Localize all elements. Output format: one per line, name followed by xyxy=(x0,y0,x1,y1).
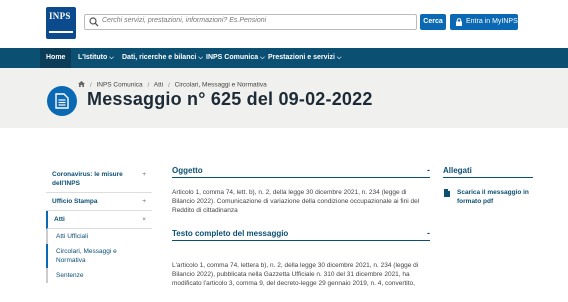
collapse-icon[interactable]: × xyxy=(142,215,146,224)
nav-label: INPS Comunica xyxy=(206,54,259,61)
document-icon xyxy=(55,93,69,109)
nav-item-home[interactable]: Home xyxy=(40,48,72,68)
search-button[interactable]: Cerca xyxy=(420,14,446,30)
home-icon[interactable] xyxy=(78,81,85,87)
inps-logo[interactable]: INPS xyxy=(46,7,76,39)
breadcrumb-item[interactable]: Circolari, Messaggi e Normativa xyxy=(175,82,267,89)
document-badge xyxy=(47,86,77,116)
chevron-down-icon: ⌵ xyxy=(109,55,114,61)
pdf-file-icon xyxy=(444,189,450,197)
attachments-title: Allegati xyxy=(443,166,533,178)
nav-item-istituto[interactable]: L'Istituto ⌵ xyxy=(78,48,114,68)
oggetto-text: Articolo 1, comma 74, lett. b), n. 2, de… xyxy=(172,189,420,214)
breadcrumb: / INPS Comunica / Atti / Circolari, Mess… xyxy=(78,81,267,89)
login-icon xyxy=(456,18,462,26)
breadcrumb-separator: / xyxy=(167,81,170,89)
search-input[interactable]: Cerchi servizi, prestazioni, informazion… xyxy=(84,14,417,30)
sidebar: Coronavirus: le misure dell'INPS + Uffic… xyxy=(46,166,152,283)
myinps-login-button[interactable]: Entra in MyINPS xyxy=(450,14,518,30)
chevron-down-icon: ⌵ xyxy=(198,55,203,61)
collapse-icon[interactable]: - xyxy=(427,228,430,238)
sidebar-subitem-atti-ufficiali[interactable]: Atti Ufficiali xyxy=(46,229,152,244)
search-placeholder: Cerchi servizi, prestazioni, informazion… xyxy=(102,17,267,24)
testo-text: L'articolo 1, comma 74, lettera b), n. 2… xyxy=(172,262,419,287)
breadcrumb-separator: / xyxy=(89,81,92,89)
nav-item-inps-comunica[interactable]: INPS Comunica ⌵ xyxy=(206,48,265,68)
attachments-panel: Allegati Scarica il messaggio in formato… xyxy=(443,166,533,206)
nav-item-dati[interactable]: Dati, ricerche e bilanci ⌵ xyxy=(122,48,203,68)
nav-label: Home xyxy=(46,54,66,61)
sidebar-item-ufficio-stampa[interactable]: Ufficio Stampa + xyxy=(46,193,152,211)
logo-text: INPS xyxy=(49,11,71,21)
nav-label: Dati, ricerche e bilanci xyxy=(122,54,197,61)
chevron-down-icon: ⌵ xyxy=(260,55,265,61)
login-label: Entra in MyINPS xyxy=(466,18,518,25)
sidebar-item-label: Coronavirus: le misure dell'INPS xyxy=(52,171,123,187)
expand-icon[interactable]: + xyxy=(142,170,146,179)
expand-icon[interactable]: + xyxy=(142,197,146,206)
nav-label: Prestazioni e servizi xyxy=(268,54,335,61)
download-pdf-label: Scarica il messaggio in formato pdf xyxy=(457,189,529,205)
sidebar-item-atti[interactable]: Atti × xyxy=(46,211,152,229)
page-title: Messaggio n° 625 del 09-02-2022 xyxy=(87,89,373,109)
sidebar-subitem-sentenze[interactable]: Sentenze xyxy=(46,268,152,283)
section-title: Oggetto xyxy=(172,166,203,175)
chevron-down-icon: ⌵ xyxy=(336,55,342,61)
section-title: Testo completo del messaggio xyxy=(172,229,289,238)
nav-item-prestazioni[interactable]: Prestazioni e servizi ⌵ xyxy=(268,48,341,68)
sidebar-subitem-circolari[interactable]: Circolari, Messaggi e Normativa xyxy=(46,244,152,268)
sidebar-item-label: Ufficio Stampa xyxy=(52,198,98,205)
sidebar-item-label: Atti xyxy=(54,216,65,223)
main-content: Oggetto - Articolo 1, comma 74, lett. b)… xyxy=(172,165,430,302)
breadcrumb-separator: / xyxy=(147,81,150,89)
breadcrumb-item[interactable]: Atti xyxy=(154,82,163,89)
search-icon xyxy=(89,17,99,27)
sidebar-item-coronavirus[interactable]: Coronavirus: le misure dell'INPS + xyxy=(46,166,152,193)
testo-header[interactable]: Testo completo del messaggio - xyxy=(172,228,430,241)
nav-label: L'Istituto xyxy=(78,54,108,61)
collapse-icon[interactable]: - xyxy=(427,165,430,175)
download-pdf-link[interactable]: Scarica il messaggio in formato pdf xyxy=(443,188,533,206)
top-header: INPS Cerchi servizi, prestazioni, inform… xyxy=(0,0,568,48)
main-nav: Home L'Istituto ⌵ Dati, ricerche e bilanc… xyxy=(0,48,568,68)
breadcrumb-item[interactable]: INPS Comunica xyxy=(96,82,142,89)
oggetto-header[interactable]: Oggetto - xyxy=(172,165,430,178)
logo-stripe xyxy=(49,31,73,33)
